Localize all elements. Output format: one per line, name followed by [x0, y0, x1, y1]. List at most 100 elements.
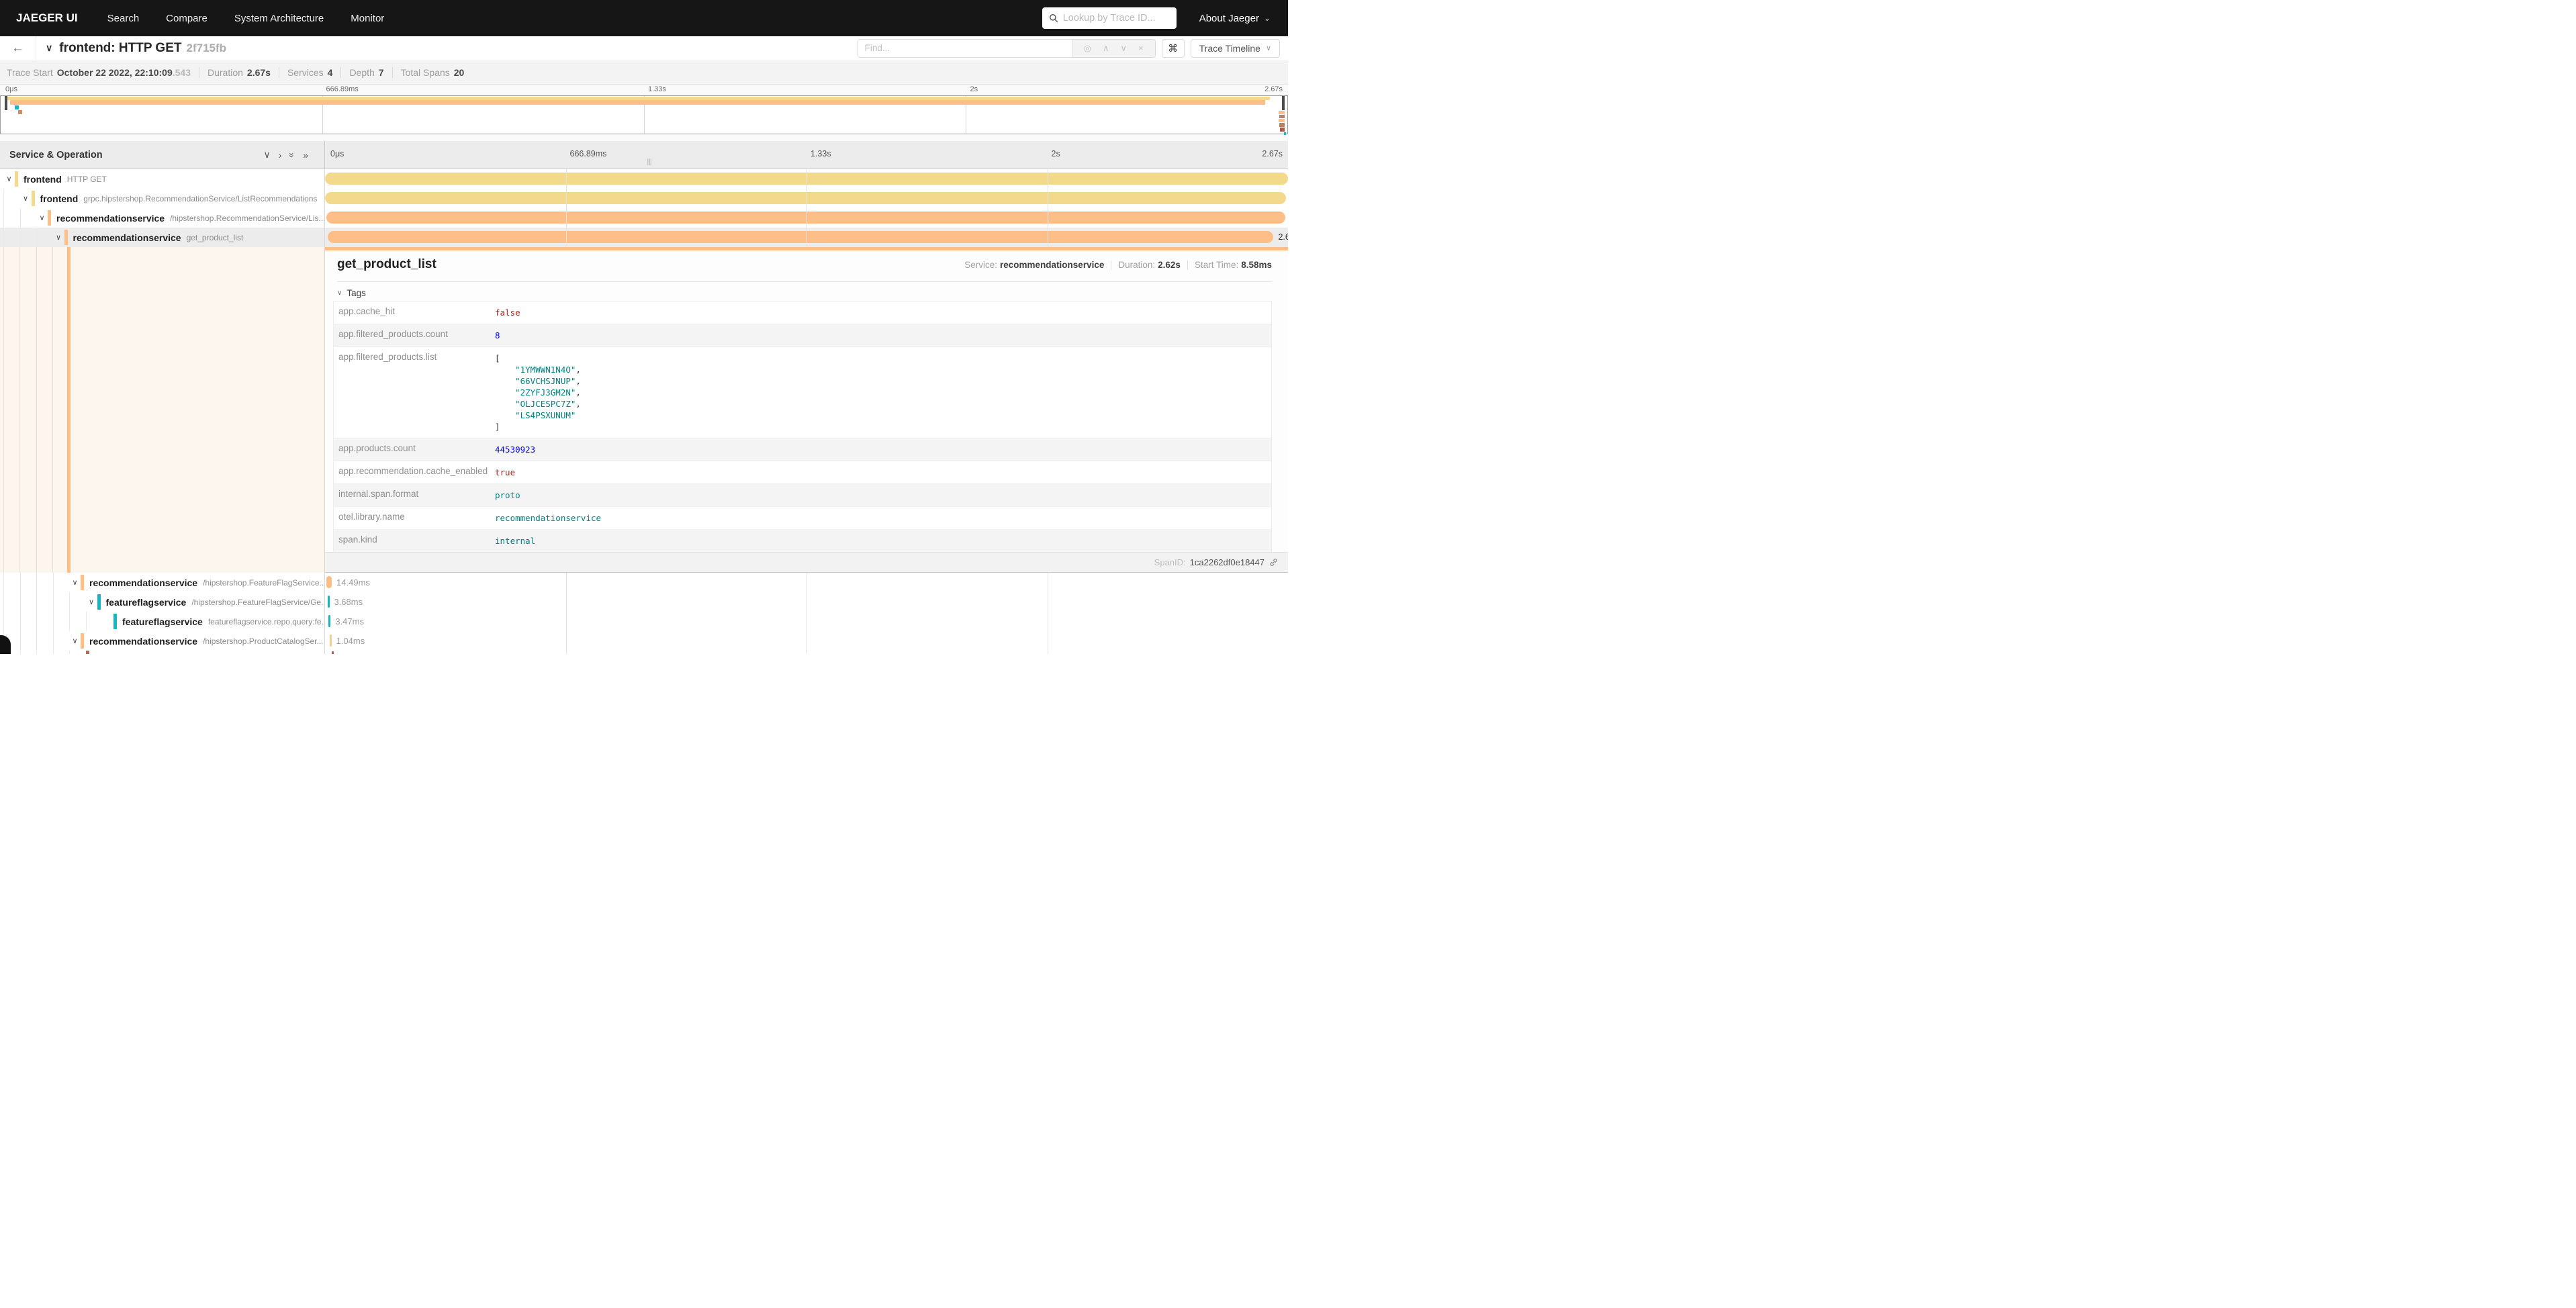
tag-row[interactable]: app.cache_hitfalse: [334, 301, 1271, 324]
back-button[interactable]: ←: [0, 36, 36, 60]
span-row-timeline[interactable]: 3.47ms: [325, 612, 1288, 631]
span-row-name-column[interactable]: ∨frontendHTTP GET: [0, 169, 325, 189]
tags-section-label: Tags: [347, 288, 366, 298]
span-duration-bar[interactable]: [328, 596, 330, 608]
span-row-timeline[interactable]: [325, 208, 1288, 228]
clear-find-icon[interactable]: ×: [1138, 43, 1144, 53]
nav-item-compare[interactable]: Compare: [166, 13, 208, 24]
span-duration-bar[interactable]: [332, 651, 334, 654]
viewport-handle-right[interactable]: [1282, 96, 1285, 110]
tag-row[interactable]: app.filtered_products.list[ "1YMWWN1N4O"…: [334, 347, 1271, 438]
trace-title-bar: ← ∨ frontend: HTTP GET2f715fb ◎ ∧ ∨ × ⌘ …: [0, 36, 1288, 60]
expand-chevron-icon[interactable]: ∨: [69, 637, 81, 645]
prev-match-icon[interactable]: ∧: [1103, 43, 1109, 54]
next-match-icon[interactable]: ∨: [1121, 43, 1128, 54]
span-row[interactable]: ∨recommendationserviceget_product_list2.…: [0, 228, 1288, 247]
span-row-timeline[interactable]: 2.62s: [325, 228, 1288, 247]
span-row-timeline[interactable]: [325, 169, 1288, 189]
find-input[interactable]: [858, 40, 1072, 57]
nav-item-system-architecture[interactable]: System Architecture: [234, 13, 324, 24]
tag-row[interactable]: app.products.count44530923: [334, 438, 1271, 461]
summary-value: 20: [454, 67, 465, 78]
span-row[interactable]: ∨frontendgrpc.hipstershop.Recommendation…: [0, 189, 1288, 208]
tag-value: 44530923: [495, 438, 535, 461]
span-row[interactable]: [0, 651, 1288, 654]
trace-view-selector[interactable]: Trace Timeline ∨: [1191, 39, 1280, 58]
span-duration-bar[interactable]: [325, 173, 1288, 185]
collapse-trace-chevron-icon[interactable]: ∨: [46, 42, 52, 54]
copy-link-icon[interactable]: [1269, 557, 1279, 567]
jaeger-logo[interactable]: JAEGER UI: [16, 11, 78, 25]
span-duration-bar[interactable]: [328, 615, 330, 627]
span-duration-bar[interactable]: [328, 231, 1273, 243]
indent-guide: [36, 573, 37, 592]
trace-title-text: frontend: HTTP GET: [59, 41, 181, 55]
expand-chevron-icon[interactable]: ∨: [3, 175, 15, 183]
span-row-name-column[interactable]: ∨featureflagservice/hipstershop.FeatureF…: [0, 592, 325, 612]
indent-guide: [20, 612, 21, 631]
summary-item: Duration2.67s: [208, 67, 271, 78]
expand-chevron-icon[interactable]: ∨: [69, 578, 81, 587]
expand-chevron-icon[interactable]: ∨: [36, 214, 48, 222]
jaeger-trace-page: JAEGER UI Search Compare System Architectu…: [0, 0, 1288, 654]
expand-chevron-icon[interactable]: ∨: [53, 233, 64, 242]
collapse-all-icon[interactable]: »: [287, 152, 297, 158]
keyboard-shortcuts-button[interactable]: ⌘: [1162, 39, 1185, 58]
expand-one-icon[interactable]: ›: [279, 150, 282, 160]
span-row-timeline[interactable]: [325, 189, 1288, 208]
indent-guide: [53, 573, 54, 592]
tag-row[interactable]: app.filtered_products.count8: [334, 324, 1271, 347]
trace-lookup-box[interactable]: Lookup by Trace ID...: [1042, 7, 1177, 29]
span-duration-label: 14.49ms: [336, 577, 370, 588]
spanid-label: SpanID:: [1154, 557, 1186, 567]
span-row-name-column[interactable]: ∨frontendgrpc.hipstershop.Recommendation…: [0, 189, 325, 208]
service-name: recommendationservice: [73, 232, 181, 243]
tag-row[interactable]: internal.span.formatproto: [334, 484, 1271, 507]
span-duration-bar[interactable]: [326, 212, 1285, 224]
tags-section-toggle[interactable]: ∨ Tags: [337, 288, 1288, 298]
span-row-name-column[interactable]: [0, 651, 325, 654]
span-row-name-column[interactable]: ∨recommendationservice/hipstershop.Recom…: [0, 208, 325, 228]
span-row-timeline[interactable]: 14.49ms: [325, 573, 1288, 592]
span-row-name-column[interactable]: ∨recommendationservice/hipstershop.Produ…: [0, 631, 325, 651]
indent-guide: [3, 592, 4, 612]
viewport-handle-left[interactable]: [5, 96, 7, 110]
column-resizer[interactable]: ∥∥: [647, 158, 651, 166]
span-row[interactable]: ∨recommendationservice/hipstershop.Produ…: [0, 631, 1288, 651]
span-row-name-column[interactable]: ∨recommendationservice/hipstershop.Featu…: [0, 573, 325, 592]
nav-item-search[interactable]: Search: [107, 13, 140, 24]
service-color-bar: [86, 651, 89, 654]
service-name: recommendationservice: [56, 213, 165, 224]
tag-row[interactable]: app.recommendation.cache_enabledtrue: [334, 461, 1271, 484]
span-detail-header: get_product_list Service:recommendations…: [325, 247, 1288, 272]
expand-all-icon[interactable]: »: [303, 150, 308, 160]
summary-item: Depth7: [349, 67, 383, 78]
summary-label: Services: [287, 67, 324, 78]
about-jaeger-menu[interactable]: About Jaeger ⌄: [1199, 13, 1271, 24]
collapse-one-icon[interactable]: ∨: [263, 149, 270, 160]
summary-label: Trace Start: [7, 67, 53, 78]
span-row-timeline[interactable]: [325, 651, 1288, 654]
expand-chevron-icon[interactable]: ∨: [20, 194, 32, 203]
span-duration-bar[interactable]: [325, 192, 1286, 204]
expand-chevron-icon[interactable]: ∨: [86, 598, 97, 606]
trace-toolbar: ◎ ∧ ∨ × ⌘ Trace Timeline ∨: [858, 39, 1280, 58]
focus-match-icon[interactable]: ◎: [1084, 43, 1091, 54]
nav-item-monitor[interactable]: Monitor: [351, 13, 384, 24]
span-row-name-column[interactable]: featureflagservicefeatureflagservice.rep…: [0, 612, 325, 631]
indent-guide: [36, 612, 37, 631]
span-row-timeline[interactable]: 3.68ms: [325, 592, 1288, 612]
span-row-name-column[interactable]: ∨recommendationserviceget_product_list: [0, 228, 325, 247]
tag-value: recommendationservice: [495, 507, 601, 529]
span-row[interactable]: ∨recommendationservice/hipstershop.Featu…: [0, 573, 1288, 592]
span-duration-bar[interactable]: [330, 635, 332, 647]
span-row-timeline[interactable]: 1.04ms: [325, 631, 1288, 651]
span-row[interactable]: ∨recommendationservice/hipstershop.Recom…: [0, 208, 1288, 228]
span-row[interactable]: featureflagservicefeatureflagservice.rep…: [0, 612, 1288, 631]
span-row[interactable]: ∨frontendHTTP GET: [0, 169, 1288, 189]
span-row[interactable]: ∨featureflagservice/hipstershop.FeatureF…: [0, 592, 1288, 612]
minimap-canvas[interactable]: [0, 95, 1288, 134]
tag-row[interactable]: span.kindinternal: [334, 530, 1271, 553]
span-duration-bar[interactable]: [326, 576, 332, 588]
tag-row[interactable]: otel.library.namerecommendationservice: [334, 507, 1271, 530]
